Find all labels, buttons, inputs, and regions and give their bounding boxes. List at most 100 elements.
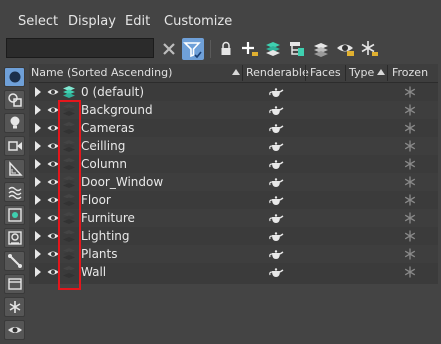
frozen-snowflake-icon[interactable] — [403, 157, 417, 174]
layer-row[interactable]: Column — [29, 155, 438, 173]
layer-name[interactable]: 0 (default) — [81, 83, 144, 101]
frozen-snowflake-icon[interactable] — [403, 121, 417, 138]
header-frozen[interactable]: Frozen — [392, 64, 428, 82]
frozen-snowflake-icon[interactable] — [403, 229, 417, 246]
header-name[interactable]: Name (Sorted Ascending) — [31, 64, 172, 82]
menu-display[interactable]: Display — [68, 14, 116, 30]
layer-row[interactable]: Door_Window — [29, 173, 438, 191]
layer-row[interactable]: Ceilling — [29, 137, 438, 155]
frozen-snowflake-icon[interactable] — [403, 85, 417, 102]
layer-name[interactable]: Ceilling — [81, 137, 125, 155]
eye-icon[interactable] — [47, 266, 59, 281]
expand-arrow-icon[interactable] — [35, 213, 41, 223]
expand-arrow-icon[interactable] — [35, 141, 41, 151]
menu-edit[interactable]: Edit — [125, 14, 150, 30]
shapes-icon[interactable] — [4, 90, 25, 110]
frozen-snowflake-icon[interactable] — [403, 103, 417, 120]
nest-icon[interactable] — [286, 38, 308, 60]
eye-icon[interactable] — [47, 194, 59, 209]
layer-row[interactable]: Wall — [29, 263, 438, 281]
layer-row[interactable]: Cameras — [29, 119, 438, 137]
frozen-snowflake-icon[interactable] — [403, 211, 417, 228]
frozen-snowflake-icon[interactable] — [403, 175, 417, 192]
frozen-snowflake-icon[interactable] — [403, 193, 417, 210]
geometry-icon[interactable] — [4, 67, 25, 87]
expand-arrow-icon[interactable] — [35, 123, 41, 133]
eye-icon[interactable] — [47, 248, 59, 263]
groups-icon[interactable] — [4, 205, 25, 225]
expand-arrow-icon[interactable] — [35, 159, 41, 169]
layer-tree: Name (Sorted Ascending) Renderable Faces… — [29, 64, 438, 284]
renderable-teapot-icon[interactable] — [268, 176, 284, 191]
renderable-teapot-icon[interactable] — [268, 194, 284, 209]
layer-name[interactable]: Wall — [81, 263, 106, 281]
layer-stack-icon[interactable] — [310, 38, 332, 60]
add-to-layer-icon[interactable] — [238, 38, 260, 60]
header-renderable[interactable]: Renderable — [246, 64, 309, 82]
eye-icon[interactable] — [47, 212, 59, 227]
frozen-snowflake-icon[interactable] — [403, 139, 417, 156]
lights-icon[interactable] — [4, 113, 25, 133]
menu-select[interactable]: Select — [18, 14, 58, 30]
expand-arrow-icon[interactable] — [35, 249, 41, 259]
eye-icon[interactable] — [47, 86, 59, 101]
layers-icon[interactable] — [262, 38, 284, 60]
expand-arrow-icon[interactable] — [35, 105, 41, 115]
containers-icon[interactable] — [4, 274, 25, 294]
layer-name[interactable]: Column — [81, 155, 127, 173]
frozen-snowflake-icon[interactable] — [403, 247, 417, 264]
expand-arrow-icon[interactable] — [35, 231, 41, 241]
eye-icon[interactable] — [47, 122, 59, 137]
header-faces[interactable]: Faces — [310, 64, 341, 82]
layer-icon[interactable] — [61, 264, 77, 283]
frozen-icon[interactable] — [4, 297, 25, 317]
expand-arrow-icon[interactable] — [35, 177, 41, 187]
layer-row[interactable]: Furniture — [29, 209, 438, 227]
layer-row[interactable]: Lighting — [29, 227, 438, 245]
layer-name[interactable]: Background — [81, 101, 153, 119]
eye-icon[interactable] — [47, 176, 59, 191]
search-input[interactable] — [6, 38, 154, 58]
layer-name[interactable]: Lighting — [81, 227, 130, 245]
hidden-icon[interactable] — [4, 320, 25, 340]
eye-icon[interactable] — [47, 230, 59, 245]
filter-icon[interactable] — [182, 38, 204, 60]
layer-row[interactable]: 0 (default) — [29, 83, 438, 101]
renderable-teapot-icon[interactable] — [268, 158, 284, 173]
xrefs-icon[interactable] — [4, 228, 25, 248]
eye-icon[interactable] — [47, 104, 59, 119]
lock-icon[interactable] — [215, 38, 237, 60]
layer-name[interactable]: Cameras — [81, 119, 134, 137]
header-type[interactable]: Type — [349, 64, 374, 82]
renderable-teapot-icon[interactable] — [268, 248, 284, 263]
renderable-teapot-icon[interactable] — [268, 212, 284, 227]
renderable-teapot-icon[interactable] — [268, 122, 284, 137]
cameras-icon[interactable] — [4, 136, 25, 156]
renderable-teapot-icon[interactable] — [268, 230, 284, 245]
layer-name[interactable]: Door_Window — [81, 173, 163, 191]
eye-icon[interactable] — [47, 158, 59, 173]
layer-row[interactable]: Plants — [29, 245, 438, 263]
renderable-teapot-icon[interactable] — [268, 104, 284, 119]
expand-arrow-icon[interactable] — [35, 195, 41, 205]
layer-name[interactable]: Furniture — [81, 209, 135, 227]
frozen-snowflake-icon[interactable] — [403, 265, 417, 282]
bones-icon[interactable] — [4, 251, 25, 271]
spacewarps-icon[interactable] — [4, 182, 25, 202]
eye-icon[interactable] — [47, 140, 59, 155]
renderable-teapot-icon[interactable] — [268, 140, 284, 155]
expand-arrow-icon[interactable] — [35, 267, 41, 277]
layer-row[interactable]: Background — [29, 101, 438, 119]
helpers-icon[interactable] — [4, 159, 25, 179]
layer-name[interactable]: Plants — [81, 245, 118, 263]
renderable-teapot-icon[interactable] — [268, 266, 284, 281]
renderable-teapot-icon[interactable] — [268, 86, 284, 101]
freeze-icon[interactable] — [358, 38, 380, 60]
clear-search-icon[interactable] — [158, 38, 180, 60]
menu-bar: Select Display Edit Customize — [0, 0, 441, 34]
layer-row[interactable]: Floor — [29, 191, 438, 209]
layer-name[interactable]: Floor — [81, 191, 111, 209]
hide-icon[interactable] — [334, 38, 356, 60]
menu-customize[interactable]: Customize — [164, 14, 232, 30]
expand-arrow-icon[interactable] — [35, 87, 41, 97]
